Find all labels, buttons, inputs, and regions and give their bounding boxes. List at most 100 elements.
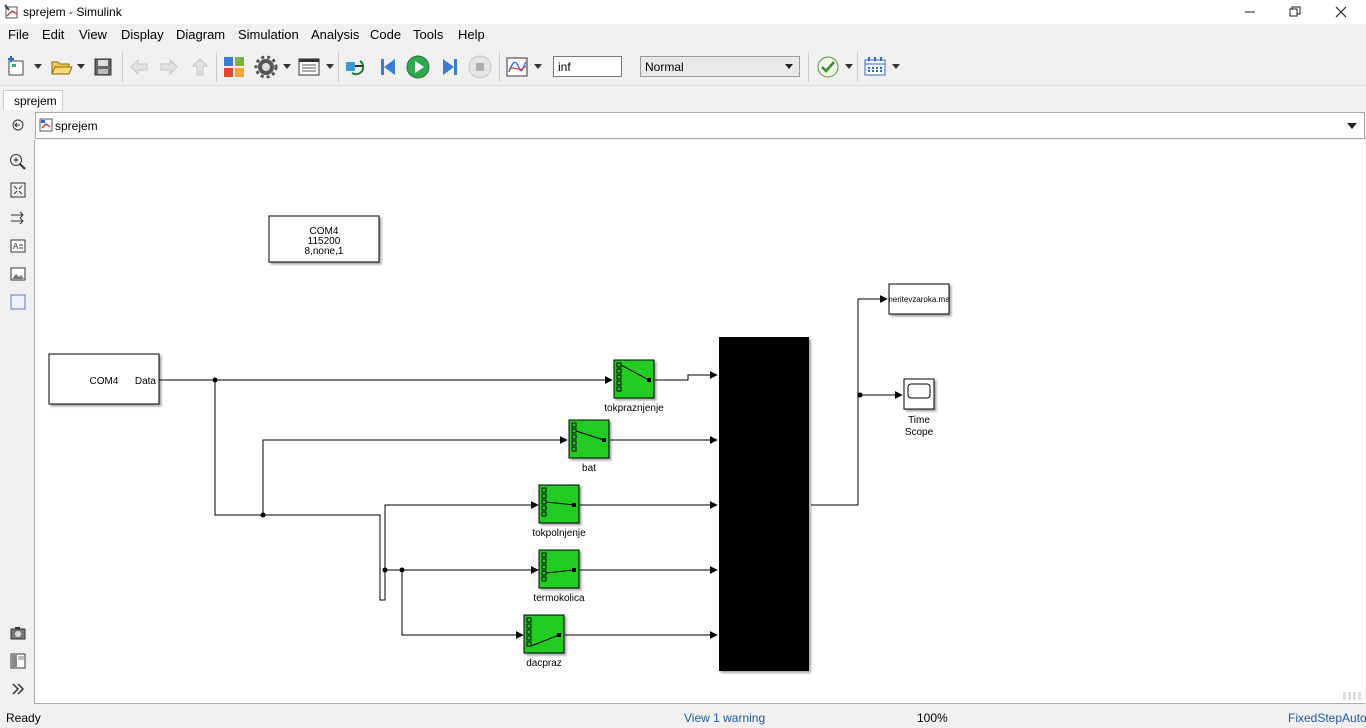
annotation-icon: A [10, 239, 26, 253]
chevron-down-icon[interactable] [326, 64, 334, 70]
model-browser-icon [10, 653, 26, 669]
breadcrumb[interactable]: sprejem [55, 119, 98, 133]
selector-label-tokpolnjenje: tokpolnjenje [532, 528, 586, 539]
menu-view[interactable]: View [79, 27, 107, 42]
model-config-button[interactable] [253, 54, 279, 80]
open-button[interactable] [48, 54, 74, 80]
sample-time-button[interactable] [862, 54, 888, 80]
menu-help[interactable]: Help [458, 27, 485, 42]
chevron-down-icon[interactable] [77, 64, 85, 70]
tab-sprejem[interactable]: sprejem [3, 90, 63, 110]
chevron-down-icon[interactable] [534, 64, 542, 70]
model-browser-button[interactable] [8, 651, 28, 671]
save-button[interactable] [90, 54, 116, 80]
toolbar-separator [808, 52, 809, 82]
menu-tools[interactable]: Tools [413, 27, 443, 42]
stop-button[interactable] [467, 54, 493, 80]
restore-icon [1289, 6, 1301, 17]
open-icon [51, 61, 73, 75]
minimize-button[interactable] [1227, 0, 1273, 24]
zoom-icon [10, 154, 26, 170]
menu-analysis[interactable]: Analysis [311, 27, 359, 42]
toolbar-separator [122, 52, 123, 82]
simulink-app-icon [4, 4, 18, 19]
minimize-icon [1245, 11, 1255, 13]
time-scope-block[interactable]: Time Scope [903, 378, 935, 438]
config-format: 8,none,1 [305, 246, 344, 257]
menu-file[interactable]: File [8, 27, 29, 42]
hide-browser-button[interactable] [8, 115, 28, 135]
to-file-block[interactable]: meritevzaroka.mat [886, 283, 953, 315]
menu-edit[interactable]: Edit [42, 27, 64, 42]
mux-block[interactable] [719, 337, 809, 671]
chevron-down-icon[interactable] [34, 64, 42, 70]
update-diagram-button[interactable] [343, 54, 369, 80]
model-breadcrumb-bar[interactable]: sprejem [35, 112, 1365, 139]
run-button[interactable] [405, 54, 431, 80]
area-button[interactable] [8, 292, 28, 312]
step-back-button[interactable] [376, 54, 402, 80]
library-browser-icon [224, 57, 244, 77]
annotation-button[interactable]: A [8, 236, 28, 256]
forward-icon [160, 58, 178, 76]
model-config-icon [254, 55, 278, 79]
toolbar: inf Normal [0, 48, 1366, 86]
chevron-down-icon[interactable] [845, 64, 853, 70]
resize-grip-icon[interactable] [1343, 692, 1361, 700]
menu-code[interactable]: Code [370, 27, 401, 42]
back-icon [130, 58, 148, 76]
signal-line-to-file [857, 295, 888, 395]
menu-simulation[interactable]: Simulation [238, 27, 299, 42]
zoom-button[interactable] [8, 152, 28, 172]
status-warning-link[interactable]: View 1 warning [684, 711, 765, 725]
menu-bar: File Edit View Display Diagram Simulatio… [0, 25, 1366, 45]
close-button[interactable] [1318, 0, 1364, 24]
signal-line-branch [214, 380, 263, 516]
simulation-mode-select[interactable]: Normal [640, 56, 800, 77]
up-button[interactable] [187, 54, 213, 80]
forward-button[interactable] [156, 54, 182, 80]
selector-label-termokolica: termokolica [533, 593, 585, 604]
signal-routing-icon [11, 211, 24, 225]
signal-routing-button[interactable] [8, 208, 28, 228]
model-explorer-button[interactable] [296, 54, 322, 80]
serial-config-block[interactable]: COM4 115200 8,none,1 [268, 215, 380, 263]
tool-palette: A [0, 112, 34, 704]
selector-block-tokpraznjenje[interactable]: tokpraznjenje [604, 359, 664, 414]
step-forward-icon [443, 59, 457, 75]
back-button[interactable] [126, 54, 152, 80]
new-model-button[interactable] [4, 54, 30, 80]
signal-logging-button[interactable] [504, 54, 530, 80]
model-advisor-button[interactable] [815, 54, 841, 80]
status-solver-link[interactable]: FixedStepAuto [1288, 711, 1366, 725]
expand-palette-button[interactable] [8, 679, 28, 699]
serial-receive-label: COM4 [90, 376, 119, 387]
diagram-canvas[interactable]: COM4 115200 8,none,1 COM4 Data tokpraznj… [34, 140, 1365, 704]
chevron-down-icon[interactable] [283, 64, 291, 70]
toolbar-separator [216, 52, 217, 82]
svg-text:A: A [13, 242, 19, 251]
selector-block-tokpolnjenje[interactable]: tokpolnjenje [532, 484, 586, 539]
selector-label-bat: bat [582, 463, 596, 474]
restore-button[interactable] [1272, 0, 1318, 24]
library-browser-button[interactable] [221, 54, 247, 80]
new-model-icon [8, 56, 24, 76]
selector-block-termokolica[interactable]: termokolica [533, 549, 585, 604]
save-icon [94, 58, 112, 76]
menu-diagram[interactable]: Diagram [176, 27, 225, 42]
model-advisor-icon [817, 56, 839, 78]
step-back-icon [381, 59, 395, 75]
selector-block-dacpraz[interactable]: dacpraz [523, 614, 565, 669]
step-forward-button[interactable] [436, 54, 462, 80]
serial-receive-block[interactable]: COM4 Data [48, 353, 160, 405]
sample-time-icon [864, 57, 886, 76]
selector-block-bat[interactable]: bat [568, 419, 610, 474]
chevron-down-icon[interactable] [1347, 123, 1357, 129]
fit-view-button[interactable] [8, 180, 28, 200]
chevron-down-icon[interactable] [892, 64, 900, 70]
menu-display[interactable]: Display [121, 27, 164, 42]
stop-time-input[interactable]: inf [553, 56, 622, 77]
signal-line-dacpraz [401, 570, 524, 639]
image-button[interactable] [8, 264, 28, 284]
camera-button[interactable] [8, 623, 28, 643]
